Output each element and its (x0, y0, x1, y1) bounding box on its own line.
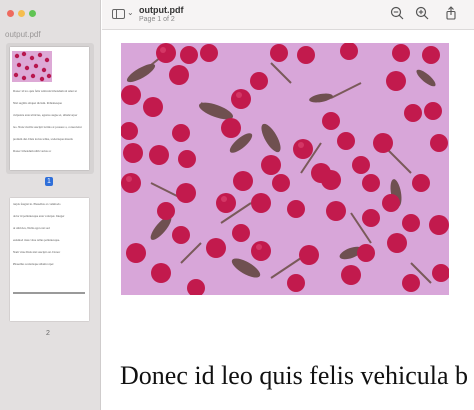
minimize-window-button[interactable] (18, 10, 25, 17)
thumbnail-text-line: leo. Nunc mollis suscipit lacinia at pos… (13, 125, 82, 129)
thumbnail-image (12, 51, 52, 82)
thumbnail-text-line: Nisl sagittis aliquet dictum. Pellentesq… (13, 101, 62, 105)
close-window-button[interactable] (7, 10, 14, 17)
thumbnail-text-line: Donec bibendum nibh varius ac (13, 149, 52, 153)
document-title: output.pdf (139, 5, 184, 15)
thumbnail-text-line: Phasellus scelerisque ullamcorper (13, 262, 54, 266)
share-icon[interactable] (444, 6, 458, 20)
thumbnail-text-line: turpis feugiat in. Phasellus at commodo (13, 202, 61, 206)
document-view[interactable]: Donec id leo quis felis vehicula b (102, 31, 474, 410)
maximize-window-button[interactable] (29, 10, 36, 17)
page-thumbnail-2[interactable]: turpis feugiat in. Phasellus at commodo … (10, 198, 89, 321)
sidebar-title: output.pdf (5, 30, 41, 39)
page-indicator: Page 1 of 2 (139, 16, 175, 23)
thumbnail-text-line: ut ultricies, Nulla eget erat sed (13, 226, 50, 230)
thumbnail-text-line: euismod risus vitae tellus pellentesque. (13, 238, 60, 242)
zoom-out-icon[interactable] (390, 6, 404, 20)
thumbnail-text-line: pretium dui. Duis lectus tellus, sceleri… (13, 137, 73, 141)
thumbnail-text-line: vulputate ante ultricies, egestas augue … (13, 113, 78, 117)
thumbnail-text-line: Donec id leo quis felis vehicula bibendu… (13, 89, 77, 93)
thumbnail-text-line: dolor id pellentesque ante volutpat. Int… (13, 214, 65, 218)
cherries-photo (121, 43, 449, 295)
sidebar-icon[interactable] (112, 9, 125, 19)
chevron-down-icon[interactable]: ⌄ (127, 8, 134, 17)
toolbar: ⌄ output.pdf Page 1 of 2 (102, 0, 474, 30)
zoom-in-icon[interactable] (415, 6, 429, 20)
page-number-2: 2 (46, 330, 50, 337)
thumbnail-text-line: Nam vitae Duis nisi suscipit est. Donec (13, 250, 61, 254)
document-body-text: Donec id leo quis felis vehicula b (120, 361, 469, 390)
selected-page-badge: 1 (45, 177, 53, 186)
thumbnail-separator (13, 292, 85, 294)
sidebar: output.pdf Donec id leo quis felis vehic… (0, 0, 101, 410)
page-thumbnail-1[interactable]: Donec id leo quis felis vehicula bibendu… (10, 47, 89, 170)
